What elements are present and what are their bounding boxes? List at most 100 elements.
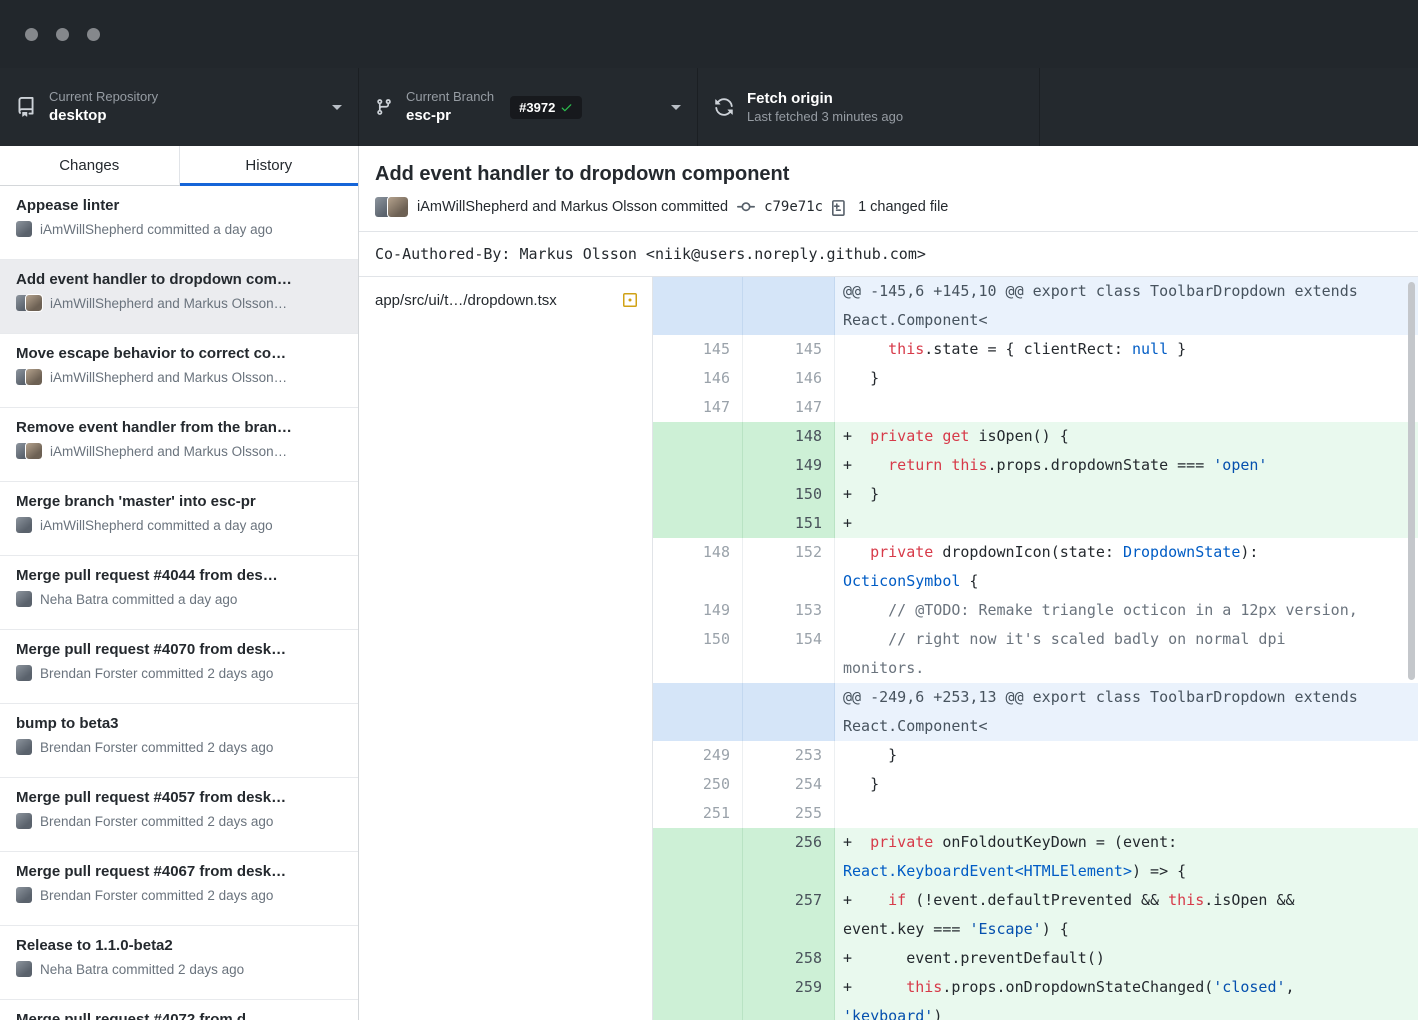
diff-area: app/src/ui/t…/dropdown.tsx @@ -145,6 +14… <box>359 277 1418 1020</box>
commit-list-item[interactable]: Remove event handler from the bran…iAmWi… <box>0 408 358 482</box>
modified-status-icon <box>622 292 638 308</box>
code-token: 'Escape' <box>969 920 1041 938</box>
fetch-origin-button[interactable]: Fetch origin Last fetched 3 minutes ago <box>698 68 1040 146</box>
code-token <box>843 804 852 822</box>
traffic-light-zoom[interactable] <box>87 28 100 41</box>
tab-history[interactable]: History <box>180 146 359 185</box>
diff-old-line-number <box>653 480 743 509</box>
commit-list-item[interactable]: Merge pull request #4057 from desk…Brend… <box>0 778 358 852</box>
avatar <box>16 739 32 755</box>
code-token: this <box>888 340 924 358</box>
diff-hunk-header: @@ -249,6 +253,13 @@ export class Toolba… <box>653 683 1418 741</box>
code-token: this <box>951 456 987 474</box>
code-token: OcticonSymbol <box>843 572 960 590</box>
traffic-light-close[interactable] <box>25 28 38 41</box>
commit-list-item[interactable]: Merge pull request #4044 from des…Neha B… <box>0 556 358 630</box>
commit-meta-text: iAmWillShepherd committed a day ago <box>40 518 273 533</box>
commit-title: Add event handler to dropdown com… <box>16 271 342 288</box>
diff-new-line-number: 152 <box>743 538 835 596</box>
commit-title: Move escape behavior to correct co… <box>16 345 342 362</box>
avatar <box>16 517 32 533</box>
diff-rows: @@ -145,6 +145,10 @@ export class Toolba… <box>653 277 1418 1020</box>
diff-old-line-number <box>653 973 743 1020</box>
code-token: null <box>1132 340 1168 358</box>
diff-code-content: // @TODO: Remake triangle octicon in a 1… <box>835 596 1418 625</box>
commit-list-item[interactable]: Add event handler to dropdown com…iAmWil… <box>0 260 358 334</box>
avatar-stack <box>16 665 32 681</box>
code-token: this <box>906 978 942 996</box>
commit-list-item[interactable]: Move escape behavior to correct co…iAmWi… <box>0 334 358 408</box>
diff-code-content: } <box>835 364 1418 393</box>
diff-code-content: private dropdownIcon(state: DropdownStat… <box>835 538 1418 596</box>
commit-list-item[interactable]: Appease linteriAmWillShepherd committed … <box>0 186 358 260</box>
commit-meta: Brendan Forster committed 2 days ago <box>16 887 342 903</box>
tab-changes[interactable]: Changes <box>0 146 180 185</box>
diff-old-line-number <box>653 683 743 741</box>
code-token: DropdownState <box>1123 543 1240 561</box>
commit-list-item[interactable]: Release to 1.1.0-beta2Neha Batra committ… <box>0 926 358 1000</box>
avatar-stack <box>16 887 32 903</box>
diff-line: 148152 private dropdownIcon(state: Dropd… <box>653 538 1418 596</box>
code-token: .props.dropdownState === <box>988 456 1214 474</box>
diff-code-content <box>835 393 1418 422</box>
avatar <box>26 443 42 459</box>
diff-old-line-number: 148 <box>653 538 743 596</box>
diff-new-line-number: 253 <box>743 741 835 770</box>
file-list-item[interactable]: app/src/ui/t…/dropdown.tsx <box>359 277 652 323</box>
avatar <box>16 887 32 903</box>
repository-label: Current Repository <box>49 90 158 104</box>
current-repository-button[interactable]: Current Repository desktop <box>0 68 359 146</box>
diff-code-content: @@ -145,6 +145,10 @@ export class Toolba… <box>835 277 1418 335</box>
avatar <box>16 813 32 829</box>
app-window: Current Repository desktop Current Branc… <box>0 0 1418 1020</box>
commit-title: Appease linter <box>16 197 342 214</box>
commit-list-item[interactable]: Merge pull request #4067 from desk… Brend… <box>0 852 358 926</box>
code-token: ) => { <box>1132 862 1186 880</box>
diff-line: 150154 // right now it's scaled badly on… <box>653 625 1418 683</box>
commit-sha: c79e71c <box>764 199 823 215</box>
diff-code-content: + if (!event.defaultPrevented && this.is… <box>835 886 1418 944</box>
diff-new-line-number: 149 <box>743 451 835 480</box>
code-token: + } <box>843 485 879 503</box>
code-token: { <box>960 572 978 590</box>
file-path: app/src/ui/t…/dropdown.tsx <box>375 292 557 309</box>
commit-list-item[interactable]: Merge pull request #4070 from desk…Brend… <box>0 630 358 704</box>
diff-new-line-number: 255 <box>743 799 835 828</box>
avatar-stack <box>16 961 32 977</box>
commit-title: Merge pull request #4067 from desk… <box>16 863 342 880</box>
scrollbar-thumb[interactable] <box>1408 282 1415 680</box>
avatar <box>26 369 42 385</box>
code-token: ) { <box>1042 920 1069 938</box>
avatar-stack <box>16 739 32 755</box>
diff-new-line-number: 258 <box>743 944 835 973</box>
code-token: React.KeyboardEvent<HTMLElement> <box>843 862 1132 880</box>
commit-list-item[interactable]: Merge branch 'master' into esc-priAmWill… <box>0 482 358 556</box>
traffic-light-minimize[interactable] <box>56 28 69 41</box>
diff-code-content: this.state = { clientRect: null } <box>835 335 1418 364</box>
avatar-stack <box>16 517 32 533</box>
code-token: } <box>1168 340 1186 358</box>
branch-label: Current Branch <box>406 90 494 104</box>
code-token <box>843 601 888 619</box>
commit-list: Appease linter iAmWillShepherd committed … <box>0 186 358 1020</box>
commit-meta: iAmWillShepherd and Markus Olsson… <box>16 443 342 459</box>
avatar <box>16 665 32 681</box>
commit-list-item[interactable]: bump to beta3Brendan Forster committed 2… <box>0 704 358 778</box>
diff-new-line-number: 153 <box>743 596 835 625</box>
current-branch-button[interactable]: Current Branch esc-pr #3972 <box>359 68 698 146</box>
code-token: onFoldoutKeyDown = (event: <box>933 833 1186 851</box>
diff-line: 249253 } <box>653 741 1418 770</box>
code-token: + <box>843 427 870 445</box>
diff-line: 148+ private get isOpen() { <box>653 422 1418 451</box>
avatar-stack <box>16 221 32 237</box>
diff-new-line-number: 154 <box>743 625 835 683</box>
diff-old-line-number <box>653 509 743 538</box>
code-token: + <box>843 891 888 909</box>
commit-meta-text: Brendan Forster committed 2 days ago <box>40 666 273 681</box>
code-token: dropdownIcon(state: <box>933 543 1123 561</box>
code-token: + <box>843 456 888 474</box>
code-token: if <box>888 891 906 909</box>
commit-list-item[interactable]: Merge pull request #4072 from d… <box>0 1000 358 1020</box>
commit-title: Merge pull request #4072 from d… <box>16 1011 342 1020</box>
avatar-stack <box>16 443 42 459</box>
